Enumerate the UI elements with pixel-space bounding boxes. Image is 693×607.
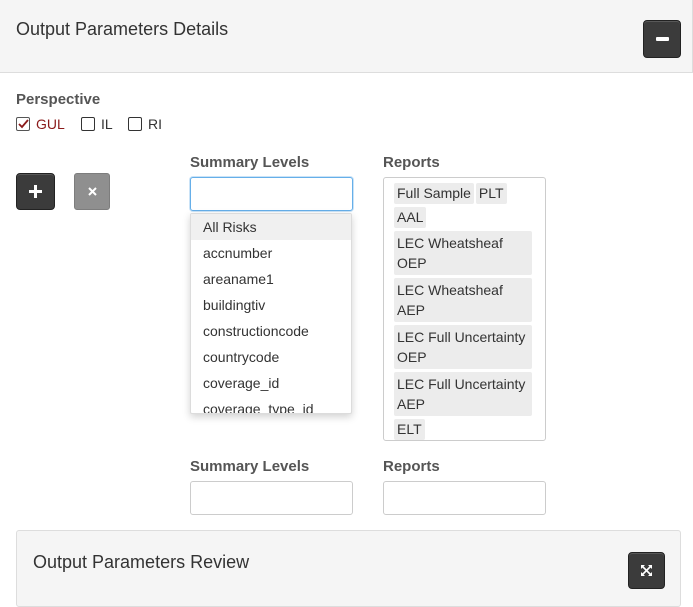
summary-levels-input-2[interactable]: [190, 481, 353, 515]
details-panel-header: Output Parameters Details: [0, 0, 693, 73]
report-tag[interactable]: Full Sample: [394, 183, 474, 204]
minus-icon: [655, 37, 669, 41]
review-panel-title: Output Parameters Review: [33, 552, 250, 572]
summary-levels-input[interactable]: [190, 177, 353, 211]
report-tag[interactable]: LEC Wheatsheaf AEP: [394, 278, 532, 322]
checkbox-ri-box[interactable]: [128, 117, 142, 131]
checkbox-il-label: IL: [101, 116, 113, 132]
expand-icon: [641, 565, 652, 576]
collapse-button[interactable]: [643, 20, 681, 58]
plus-icon: [29, 185, 42, 198]
dropdown-option[interactable]: countrycode: [191, 344, 351, 370]
summary-levels-dropdown[interactable]: All Risks accnumber areaname1 buildingti…: [190, 213, 352, 414]
dropdown-option[interactable]: coverage_type_id: [191, 396, 351, 413]
checkbox-il[interactable]: IL: [81, 116, 113, 132]
output-parameters-page: Output Parameters Details Perspective GU…: [0, 0, 693, 607]
checkbox-gul[interactable]: GUL: [16, 116, 65, 132]
add-row-button[interactable]: [16, 173, 55, 210]
review-panel: Output Parameters Review: [16, 530, 681, 607]
panel-title: Output Parameters Details: [16, 19, 229, 39]
dropdown-option[interactable]: areaname1: [191, 266, 351, 292]
check-icon: [17, 119, 29, 129]
report-tag[interactable]: LEC Full Uncertainty AEP: [394, 372, 532, 416]
reports-label: Reports: [383, 154, 440, 171]
checkbox-ri-label: RI: [148, 116, 162, 132]
summary-levels-label: Summary Levels: [190, 154, 310, 171]
reports-multiselect[interactable]: Full Sample PLT AAL LEC Wheatsheaf OEP LE…: [383, 177, 546, 441]
dropdown-option[interactable]: accnumber: [191, 240, 351, 266]
dropdown-option[interactable]: buildingtiv: [191, 292, 351, 318]
report-tag[interactable]: LEC Full Uncertainty OEP: [394, 325, 532, 369]
reports-label-2: Reports: [383, 458, 440, 475]
expand-button[interactable]: [628, 552, 665, 589]
report-tag[interactable]: LEC Wheatsheaf OEP: [394, 231, 532, 275]
checkbox-gul-label: GUL: [36, 116, 65, 132]
checkbox-ri[interactable]: RI: [128, 116, 162, 132]
times-icon: [87, 187, 97, 196]
dropdown-option[interactable]: constructioncode: [191, 318, 351, 344]
dropdown-option[interactable]: All Risks: [191, 214, 351, 240]
report-tag[interactable]: PLT: [475, 183, 507, 204]
report-tag[interactable]: AAL: [394, 207, 427, 228]
checkbox-gul-box[interactable]: [16, 117, 30, 131]
checkbox-il-box[interactable]: [81, 117, 95, 131]
remove-row-button[interactable]: [74, 173, 110, 210]
report-tag[interactable]: ELT: [394, 419, 425, 440]
summary-levels-label-2: Summary Levels: [190, 458, 310, 475]
dropdown-option[interactable]: coverage_id: [191, 370, 351, 396]
reports-input-2[interactable]: [383, 481, 546, 515]
perspective-label: Perspective: [16, 91, 101, 108]
